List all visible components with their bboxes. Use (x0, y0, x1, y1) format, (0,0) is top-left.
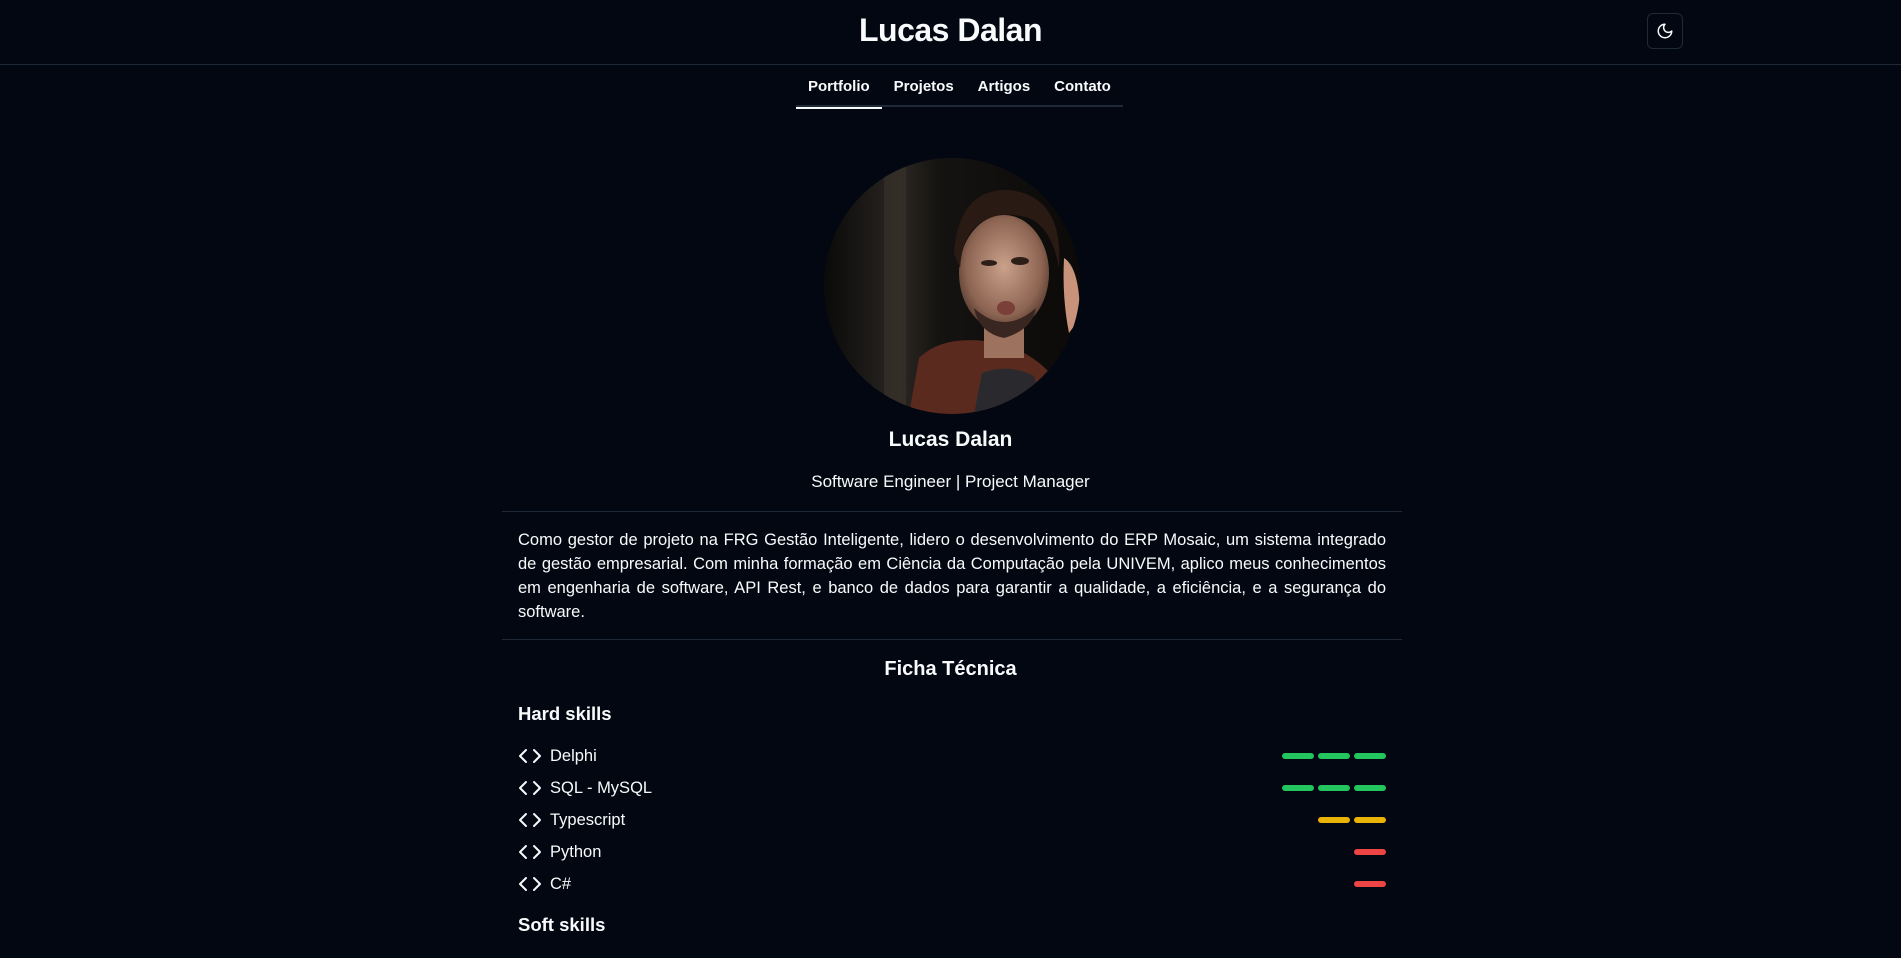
skill-level-bar (1282, 785, 1314, 791)
skill-row: Python (518, 840, 1386, 864)
main-nav: Portfolio Projetos Artigos Contato (796, 66, 1123, 109)
skill-label: Python (518, 843, 601, 862)
skill-level-bar (1354, 881, 1386, 887)
code-icon (519, 813, 541, 827)
code-icon (519, 749, 541, 763)
skill-level-bar (1354, 817, 1386, 823)
skill-level-bar (1354, 849, 1386, 855)
skill-level-bar (1354, 785, 1386, 791)
avatar-photo (824, 158, 1080, 414)
tab-artigos[interactable]: Artigos (966, 66, 1043, 107)
profile-name: Lucas Dalan (888, 428, 1013, 451)
skill-name: Typescript (550, 810, 626, 829)
moon-icon (1657, 23, 1673, 39)
skill-level-bar (1354, 753, 1386, 759)
skill-row: Typescript (518, 808, 1386, 832)
skill-label: Typescript (518, 811, 625, 830)
divider (502, 511, 1402, 512)
skill-level-bar (1318, 817, 1350, 823)
ficha-tecnica-title: Ficha Técnica (884, 658, 1017, 680)
profile-role: Software Engineer | Project Manager (811, 472, 1090, 491)
skill-name: Delphi (550, 746, 597, 765)
skill-level-indicator (1318, 817, 1386, 823)
theme-toggle-button[interactable] (1647, 13, 1683, 49)
skill-row: SQL - MySQL (518, 776, 1386, 800)
site-title: Lucas Dalan (858, 12, 1043, 48)
divider (502, 639, 1402, 640)
skill-level-indicator (1354, 849, 1386, 855)
skill-level-bar (1318, 753, 1350, 759)
skill-row: Delphi (518, 744, 1386, 768)
tab-projetos[interactable]: Projetos (882, 66, 966, 107)
avatar (824, 158, 1080, 414)
skill-level-bar (1318, 785, 1350, 791)
skill-row: C# (518, 872, 1386, 896)
code-icon (519, 877, 541, 891)
skill-label: SQL - MySQL (518, 779, 652, 798)
tab-contato[interactable]: Contato (1042, 66, 1123, 107)
tab-portfolio[interactable]: Portfolio (796, 66, 882, 109)
skill-level-bar (1282, 753, 1314, 759)
code-icon (519, 781, 541, 795)
skill-label: C# (518, 875, 571, 894)
skill-level-indicator (1354, 881, 1386, 887)
skill-level-indicator (1282, 785, 1386, 791)
hard-skills-heading: Hard skills (518, 703, 612, 724)
skill-name: SQL - MySQL (550, 778, 653, 797)
profile-bio: Como gestor de projeto na FRG Gestão Int… (518, 531, 1386, 621)
skill-level-indicator (1282, 753, 1386, 759)
skill-name: C# (550, 874, 572, 893)
site-header: Lucas Dalan (0, 0, 1901, 65)
skill-label: Delphi (518, 747, 597, 766)
skill-name: Python (550, 842, 602, 861)
code-icon (519, 845, 541, 859)
soft-skills-heading: Soft skills (518, 914, 606, 935)
